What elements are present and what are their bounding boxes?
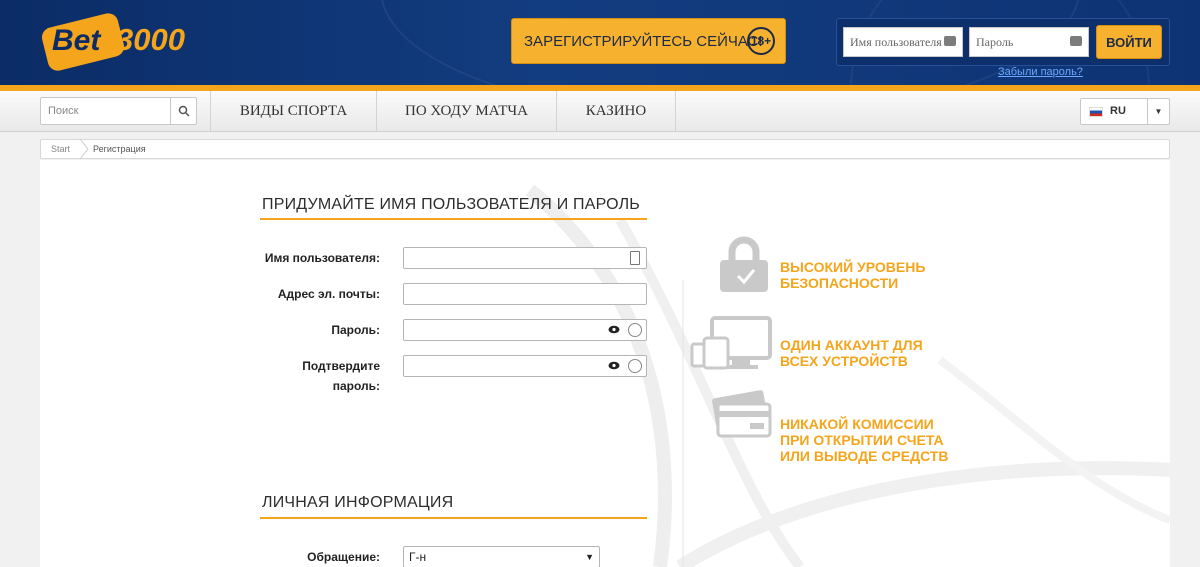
benefit-devices: ОДИН АККАУНТ ДЛЯ ВСЕХ УСТРОЙСТВ	[780, 337, 923, 369]
benefit-no-commission: НИКАКОЙ КОМИССИИ ПРИ ОТКРЫТИИ СЧЕТА ИЛИ …	[780, 416, 949, 464]
show-password-eye-icon[interactable]	[608, 361, 620, 370]
benefit-security: ВЫСОКИЙ УРОВЕНЬ БЕЗОПАСНОСТИ	[780, 259, 925, 291]
confirm-password-label-2: пароль:	[332, 379, 380, 393]
username-label: Имя пользователя:	[264, 251, 380, 265]
password-label: Пароль:	[331, 323, 380, 337]
register-button-label: ЗАРЕГИСТРИРУЙТЕСЬ СЕЙЧАС!	[524, 32, 763, 50]
section-divider	[260, 218, 647, 220]
nav-item-casino[interactable]: КАЗИНО	[556, 91, 676, 131]
breadcrumb-current: Регистрация	[93, 144, 146, 154]
keyboard-icon[interactable]	[1070, 36, 1082, 46]
benefit-commission-line3: ИЛИ ВЫВОДЕ СРЕДСТВ	[780, 448, 949, 464]
chevron-down-icon: ▼	[1147, 99, 1169, 124]
lock-icon	[720, 236, 768, 292]
salutation-label: Обращение:	[307, 550, 380, 564]
section-title-personal: ЛИЧНАЯ ИНФОРМАЦИЯ	[262, 494, 454, 511]
section-title-credentials: ПРИДУМАЙТЕ ИМЯ ПОЛЬЗОВАТЕЛЯ И ПАРОЛЬ	[262, 196, 640, 213]
email-field[interactable]	[403, 283, 647, 305]
main-nav: Поиск ВИДЫ СПОРТА ПО ХОДУ МАТЧА КАЗИНО R…	[0, 91, 1200, 132]
benefit-commission-line1: НИКАКОЙ КОМИССИИ	[780, 416, 934, 432]
site-logo[interactable]: Bet 3000	[39, 10, 200, 73]
forgot-password-link[interactable]: Забыли пароль?	[998, 66, 1083, 78]
language-selector[interactable]: RU ▼	[1080, 98, 1170, 125]
password-field[interactable]	[403, 319, 647, 341]
search-input[interactable]: Поиск	[48, 105, 78, 117]
russia-flag-icon	[1089, 107, 1103, 117]
keyboard-icon[interactable]	[944, 36, 956, 46]
username-placeholder: Имя пользователя	[850, 35, 942, 49]
nav-item-live[interactable]: ПО ХОДУ МАТЧА	[376, 91, 556, 131]
benefit-security-line1: ВЫСОКИЙ УРОВЕНЬ	[780, 259, 926, 275]
username-field[interactable]	[403, 247, 647, 269]
confirm-password-label-1: Подтвердите	[302, 359, 380, 373]
login-box: Имя пользователя Пароль ВОЙТИ	[836, 18, 1170, 66]
password-key-icon	[628, 359, 642, 373]
benefit-commission-line2: ПРИ ОТКРЫТИИ СЧЕТА	[780, 432, 944, 448]
language-code: RU	[1110, 105, 1126, 117]
benefit-devices-line2: ВСЕХ УСТРОЙСТВ	[780, 353, 908, 369]
section-divider	[260, 517, 647, 519]
id-card-icon	[630, 251, 640, 265]
search-icon[interactable]	[170, 98, 196, 124]
benefit-devices-line1: ОДИН АККАУНТ ДЛЯ	[780, 337, 923, 353]
logo-text-bet: Bet	[52, 24, 101, 57]
confirm-password-field[interactable]	[403, 355, 647, 377]
password-login-field[interactable]: Пароль	[969, 27, 1089, 57]
search-box[interactable]: Поиск	[40, 97, 197, 125]
benefit-security-line2: БЕЗОПАСНОСТИ	[780, 275, 899, 291]
chevron-down-icon: ▼	[585, 552, 594, 562]
devices-icon	[690, 316, 772, 370]
password-key-icon	[628, 323, 642, 337]
username-login-field[interactable]: Имя пользователя	[843, 27, 963, 57]
breadcrumb-start[interactable]: Start	[51, 144, 70, 154]
breadcrumb: Start Регистрация	[40, 139, 1170, 159]
email-label: Адрес эл. почты:	[277, 287, 380, 301]
nav-item-sports[interactable]: ВИДЫ СПОРТА	[210, 91, 376, 131]
salutation-select[interactable]: Г-н ▼	[403, 546, 600, 567]
show-password-eye-icon[interactable]	[608, 325, 620, 334]
credit-card-icon	[712, 390, 772, 438]
register-now-button[interactable]: ЗАРЕГИСТРИРУЙТЕСЬ СЕЙЧАС! 18+	[511, 18, 786, 64]
age-restriction-badge: 18+	[747, 27, 775, 55]
breadcrumb-separator-icon	[79, 139, 89, 159]
password-placeholder: Пароль	[976, 35, 1014, 49]
logo-text-number: 3000	[116, 22, 185, 57]
salutation-value: Г-н	[409, 550, 427, 564]
login-button[interactable]: ВОЙТИ	[1096, 25, 1162, 59]
registration-content: ПРИДУМАЙТЕ ИМЯ ПОЛЬЗОВАТЕЛЯ И ПАРОЛЬ Имя…	[40, 160, 1170, 567]
